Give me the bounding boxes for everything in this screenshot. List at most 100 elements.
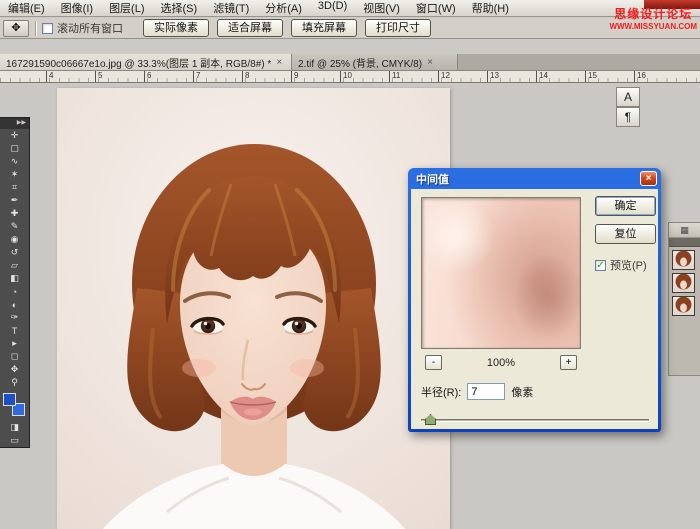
- tools-panel: ▶▶ ✛ ▢ ∿ ✶ ⌗ ✒ ✚ ✎ ◉ ↺ ▱: [0, 117, 30, 448]
- radius-unit: 像素: [511, 384, 533, 400]
- document-tab[interactable]: 2.tif @ 25% (背景, CMYK/8) ×: [292, 54, 458, 70]
- tab-label: 2.tif @ 25% (背景, CMYK/8): [298, 55, 422, 70]
- zoom-tool[interactable]: ⚲: [0, 376, 29, 389]
- checkbox-box[interactable]: [42, 23, 53, 34]
- portrait-photo[interactable]: [57, 88, 450, 529]
- tool-glyph: ⌗: [12, 182, 17, 193]
- options-button[interactable]: 实际像素: [143, 19, 209, 37]
- healing-brush-tool[interactable]: ✚: [0, 207, 29, 220]
- menu-item[interactable]: 窗口(W): [408, 0, 464, 17]
- layer-thumbnail[interactable]: [672, 273, 695, 293]
- panel-icon: A: [624, 90, 632, 104]
- slider-track[interactable]: [421, 419, 649, 422]
- ruler-number: 14: [536, 71, 585, 82]
- gradient-tool[interactable]: ◧: [0, 272, 29, 285]
- ruler-number: 9: [291, 71, 340, 82]
- eyedropper-tool[interactable]: ✒: [0, 194, 29, 207]
- options-button[interactable]: 填充屏幕: [291, 19, 357, 37]
- zoom-out-button[interactable]: -: [425, 355, 442, 370]
- path-selection-tool[interactable]: ▸: [0, 337, 29, 350]
- panel-icon: ¶: [625, 110, 631, 124]
- tool-glyph: ◉: [11, 234, 19, 245]
- layers-panel: [669, 247, 700, 319]
- brush-tool[interactable]: ✎: [0, 220, 29, 233]
- zoom-in-button[interactable]: +: [560, 355, 577, 370]
- menu-item[interactable]: 视图(V): [355, 0, 408, 17]
- ruler-number: 11: [389, 71, 438, 82]
- tool-glyph: ⚲: [11, 377, 18, 388]
- menu-item[interactable]: 帮助(H): [464, 0, 517, 17]
- tool-glyph: ▭: [10, 435, 19, 446]
- tool-glyph: ◨: [10, 422, 19, 433]
- clone-stamp-tool[interactable]: ◉: [0, 233, 29, 246]
- type-tool[interactable]: T: [0, 324, 29, 337]
- ruler-number: 6: [144, 71, 193, 82]
- checkbox-box[interactable]: ✓: [595, 260, 606, 271]
- menu-item[interactable]: 滤镜(T): [205, 0, 257, 17]
- crop-tool[interactable]: ⌗: [0, 181, 29, 194]
- tool-glyph: ∿: [11, 156, 19, 167]
- dodge-tool[interactable]: ◐: [0, 298, 29, 311]
- tab-label: 167291590c06667e1o.jpg @ 33.3%(图层 1 副本, …: [6, 55, 271, 70]
- slider-handle[interactable]: [425, 414, 436, 425]
- screen-mode-button[interactable]: ▭: [0, 434, 29, 447]
- shape-tool[interactable]: ◻: [0, 350, 29, 363]
- tool-glyph: ✛: [11, 130, 19, 141]
- tool-glyph: ✶: [11, 169, 19, 180]
- tool-glyph: ▱: [11, 260, 18, 271]
- median-dialog: 中间值 × - 100% + 确定 复位 ✓ 预览(P) 半径(R): 像素: [408, 168, 661, 432]
- checkbox-label: 滚动所有窗口: [57, 20, 123, 36]
- options-button[interactable]: 打印尺寸: [365, 19, 431, 37]
- color-swatches[interactable]: [0, 391, 29, 419]
- history-brush-tool[interactable]: ↺: [0, 246, 29, 259]
- preview-checkbox[interactable]: ✓ 预览(P): [595, 257, 647, 273]
- layer-thumbnail[interactable]: [672, 296, 695, 316]
- menu-item[interactable]: 分析(A): [257, 0, 310, 17]
- menu-item[interactable]: 选择(S): [153, 0, 206, 17]
- document-tab-active[interactable]: 167291590c06667e1o.jpg @ 33.3%(图层 1 副本, …: [0, 54, 292, 70]
- tool-glyph: ◻: [11, 351, 18, 362]
- paragraph-panel-button[interactable]: ¶: [616, 107, 640, 127]
- radius-slider[interactable]: [421, 413, 649, 426]
- quick-selection-tool[interactable]: ✶: [0, 168, 29, 181]
- panel-collapse-arrows[interactable]: ▶▶: [0, 118, 29, 129]
- ruler-number: 12: [438, 71, 487, 82]
- reset-button[interactable]: 复位: [595, 224, 656, 244]
- watermark-title: 思缘设计论坛: [609, 8, 697, 22]
- lasso-tool[interactable]: ∿: [0, 155, 29, 168]
- foreground-color-swatch[interactable]: [3, 393, 16, 406]
- move-tool[interactable]: ✛: [0, 129, 29, 142]
- ok-button[interactable]: 确定: [595, 196, 656, 216]
- tool-glyph: ◔: [12, 287, 17, 297]
- hand-tool-icon[interactable]: ✥: [3, 20, 29, 37]
- tab-close-icon[interactable]: ×: [275, 57, 283, 68]
- quick-mask-button[interactable]: ◨: [0, 421, 29, 434]
- tool-glyph: ✑: [11, 312, 19, 323]
- menu-item[interactable]: 图像(I): [53, 0, 101, 17]
- tool-glyph: ✥: [11, 364, 19, 375]
- menu-item[interactable]: 编辑(E): [0, 0, 53, 17]
- character-panel-button[interactable]: A: [616, 87, 640, 107]
- ruler-number: 16: [634, 71, 683, 82]
- options-bar: ✥ 滚动所有窗口 实际像素适合屏幕填充屏幕打印尺寸: [0, 18, 700, 39]
- radius-input[interactable]: [467, 383, 505, 400]
- close-icon[interactable]: ×: [640, 171, 657, 186]
- dialog-title-bar[interactable]: 中间值 ×: [411, 168, 658, 189]
- options-button[interactable]: 适合屏幕: [217, 19, 283, 37]
- filter-preview[interactable]: [421, 197, 581, 349]
- panel-dock: ▦: [668, 222, 700, 376]
- blur-tool[interactable]: ◔: [0, 285, 29, 298]
- menu-item[interactable]: 3D(D): [310, 0, 355, 17]
- dock-panel-icon[interactable]: ▦: [669, 223, 700, 238]
- marquee-tool[interactable]: ▢: [0, 142, 29, 155]
- ruler-number: 13: [487, 71, 536, 82]
- eraser-tool[interactable]: ▱: [0, 259, 29, 272]
- pen-tool[interactable]: ✑: [0, 311, 29, 324]
- hand-tool[interactable]: ✥: [0, 363, 29, 376]
- layer-thumbnail[interactable]: [672, 250, 695, 270]
- tool-glyph: ✒: [11, 195, 19, 206]
- menu-item[interactable]: 图层(L): [101, 0, 152, 17]
- scroll-all-windows-checkbox[interactable]: 滚动所有窗口: [42, 20, 123, 36]
- tool-glyph: ◧: [10, 273, 19, 284]
- tab-close-icon[interactable]: ×: [426, 57, 434, 68]
